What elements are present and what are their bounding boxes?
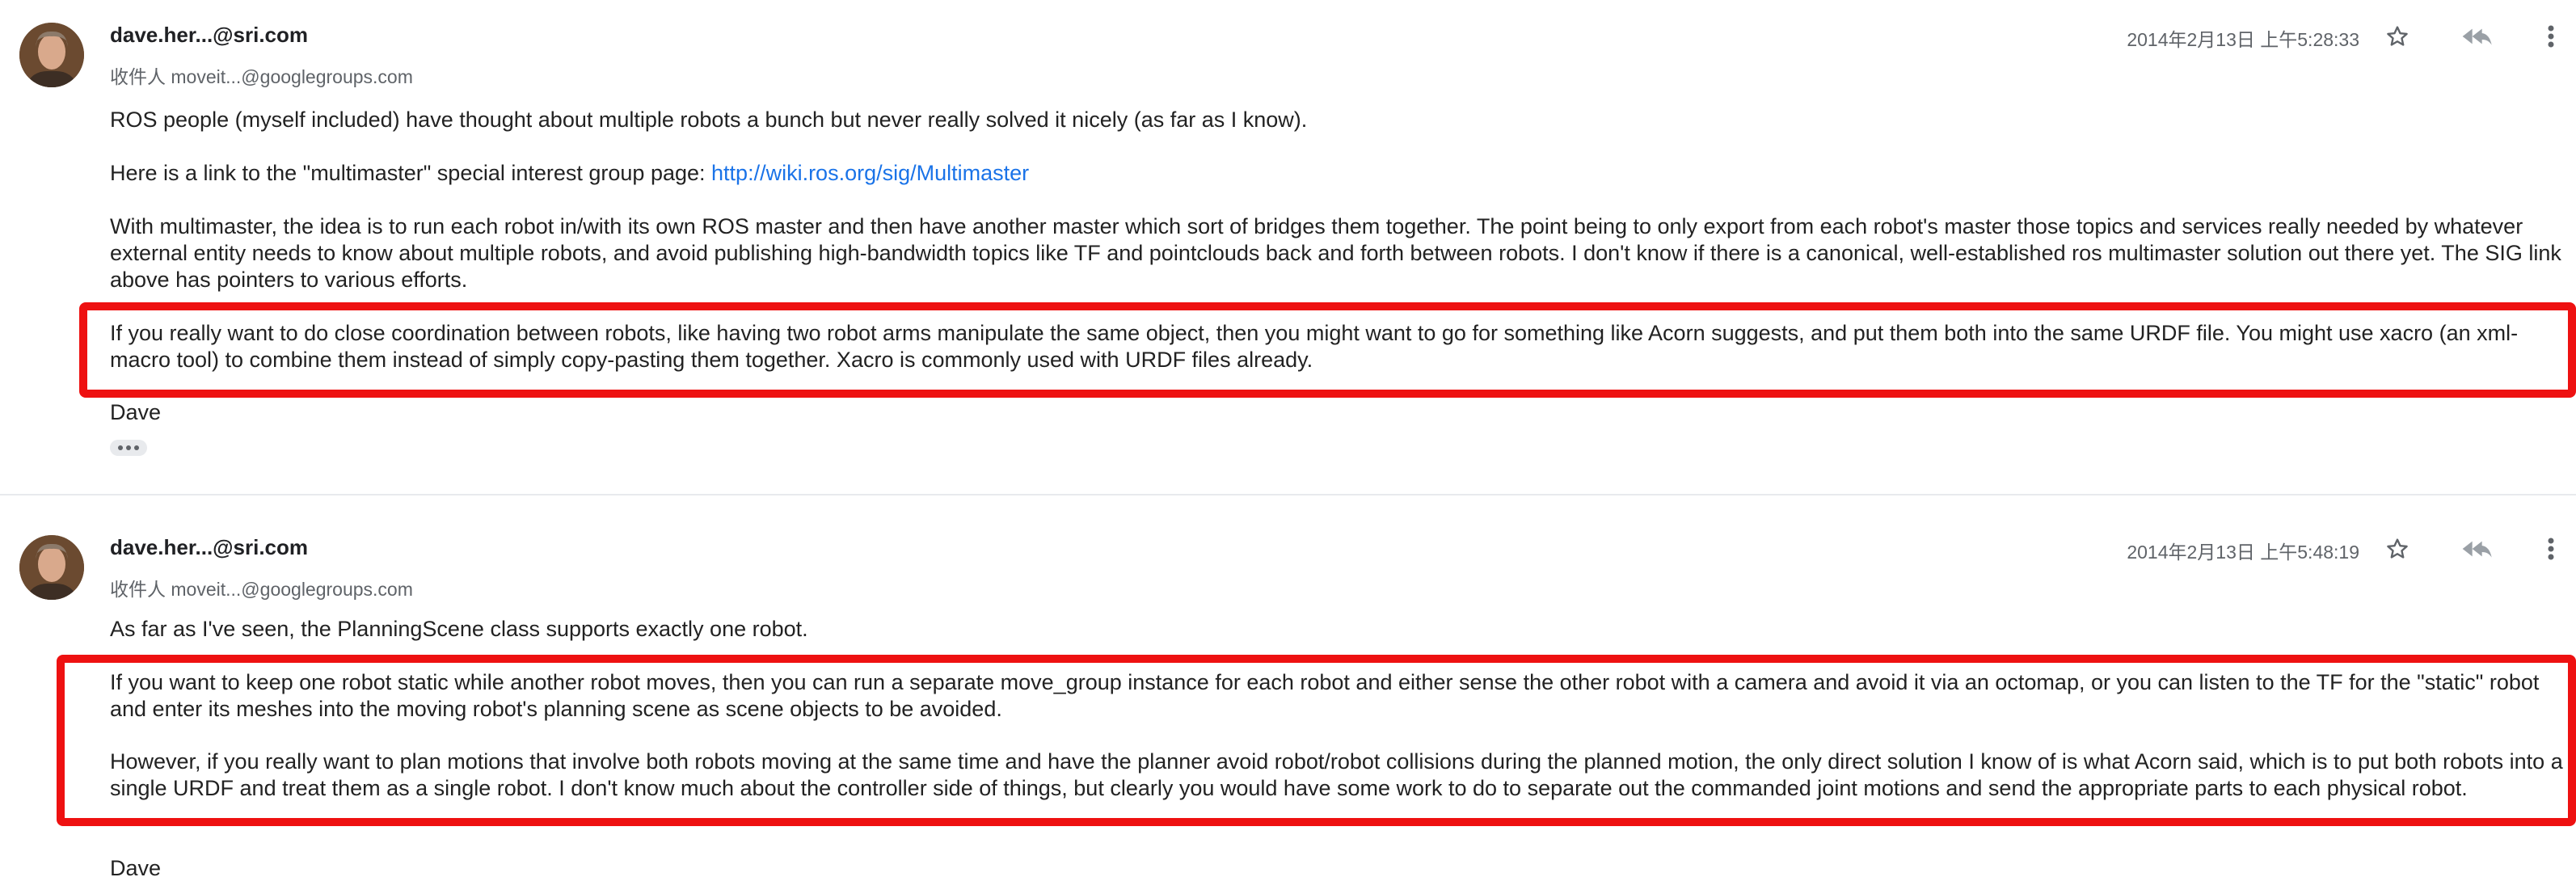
more-vert-icon[interactable] (2535, 20, 2567, 53)
message-paragraph: As far as I've seen, the PlanningScene c… (110, 617, 808, 641)
reply-all-icon[interactable] (2457, 20, 2496, 53)
recipients-line[interactable]: 收件人 moveit...@googlegroups.com (110, 574, 413, 601)
more-vert-icon[interactable] (2535, 533, 2567, 565)
highlighted-paragraph: If you want to keep one robot static whi… (110, 670, 2540, 721)
message-date: 2014年2月13日 上午5:28:33 (2127, 29, 2359, 50)
signature: Dave (110, 400, 162, 424)
link-prefix-text: Here is a link to the "multimaster" spec… (110, 161, 712, 185)
sender-avatar[interactable] (19, 23, 84, 87)
reply-all-icon[interactable] (2457, 533, 2496, 565)
signature: Dave (110, 856, 162, 880)
ellipsis-icon[interactable] (110, 440, 147, 456)
message-1: dave.her...@sri.com 收件人 moveit...@google… (0, 0, 2576, 493)
highlighted-paragraph: If you really want to do close coordinat… (110, 321, 2519, 372)
multimaster-link[interactable]: http://wiki.ros.org/sig/Multimaster (711, 161, 1029, 185)
star-icon[interactable] (2381, 20, 2414, 53)
message-date: 2014年2月13日 上午5:48:19 (2127, 542, 2359, 563)
message-2: dave.her...@sri.com 收件人 moveit...@google… (0, 511, 2576, 894)
message-paragraph: ROS people (myself included) have though… (110, 108, 1308, 132)
highlighted-paragraph: However, if you really want to plan moti… (110, 749, 2563, 800)
message-paragraph: With multimaster, the idea is to run eac… (110, 214, 2561, 292)
sender-name[interactable]: dave.her...@sri.com (110, 23, 308, 48)
star-icon[interactable] (2381, 533, 2414, 565)
message-paragraph-link-line: Here is a link to the "multimaster" spec… (110, 160, 2568, 187)
sender-name[interactable]: dave.her...@sri.com (110, 535, 308, 560)
recipients-line[interactable]: 收件人 moveit...@googlegroups.com (110, 61, 413, 89)
message-divider (0, 494, 2576, 495)
sender-avatar[interactable] (19, 535, 84, 600)
